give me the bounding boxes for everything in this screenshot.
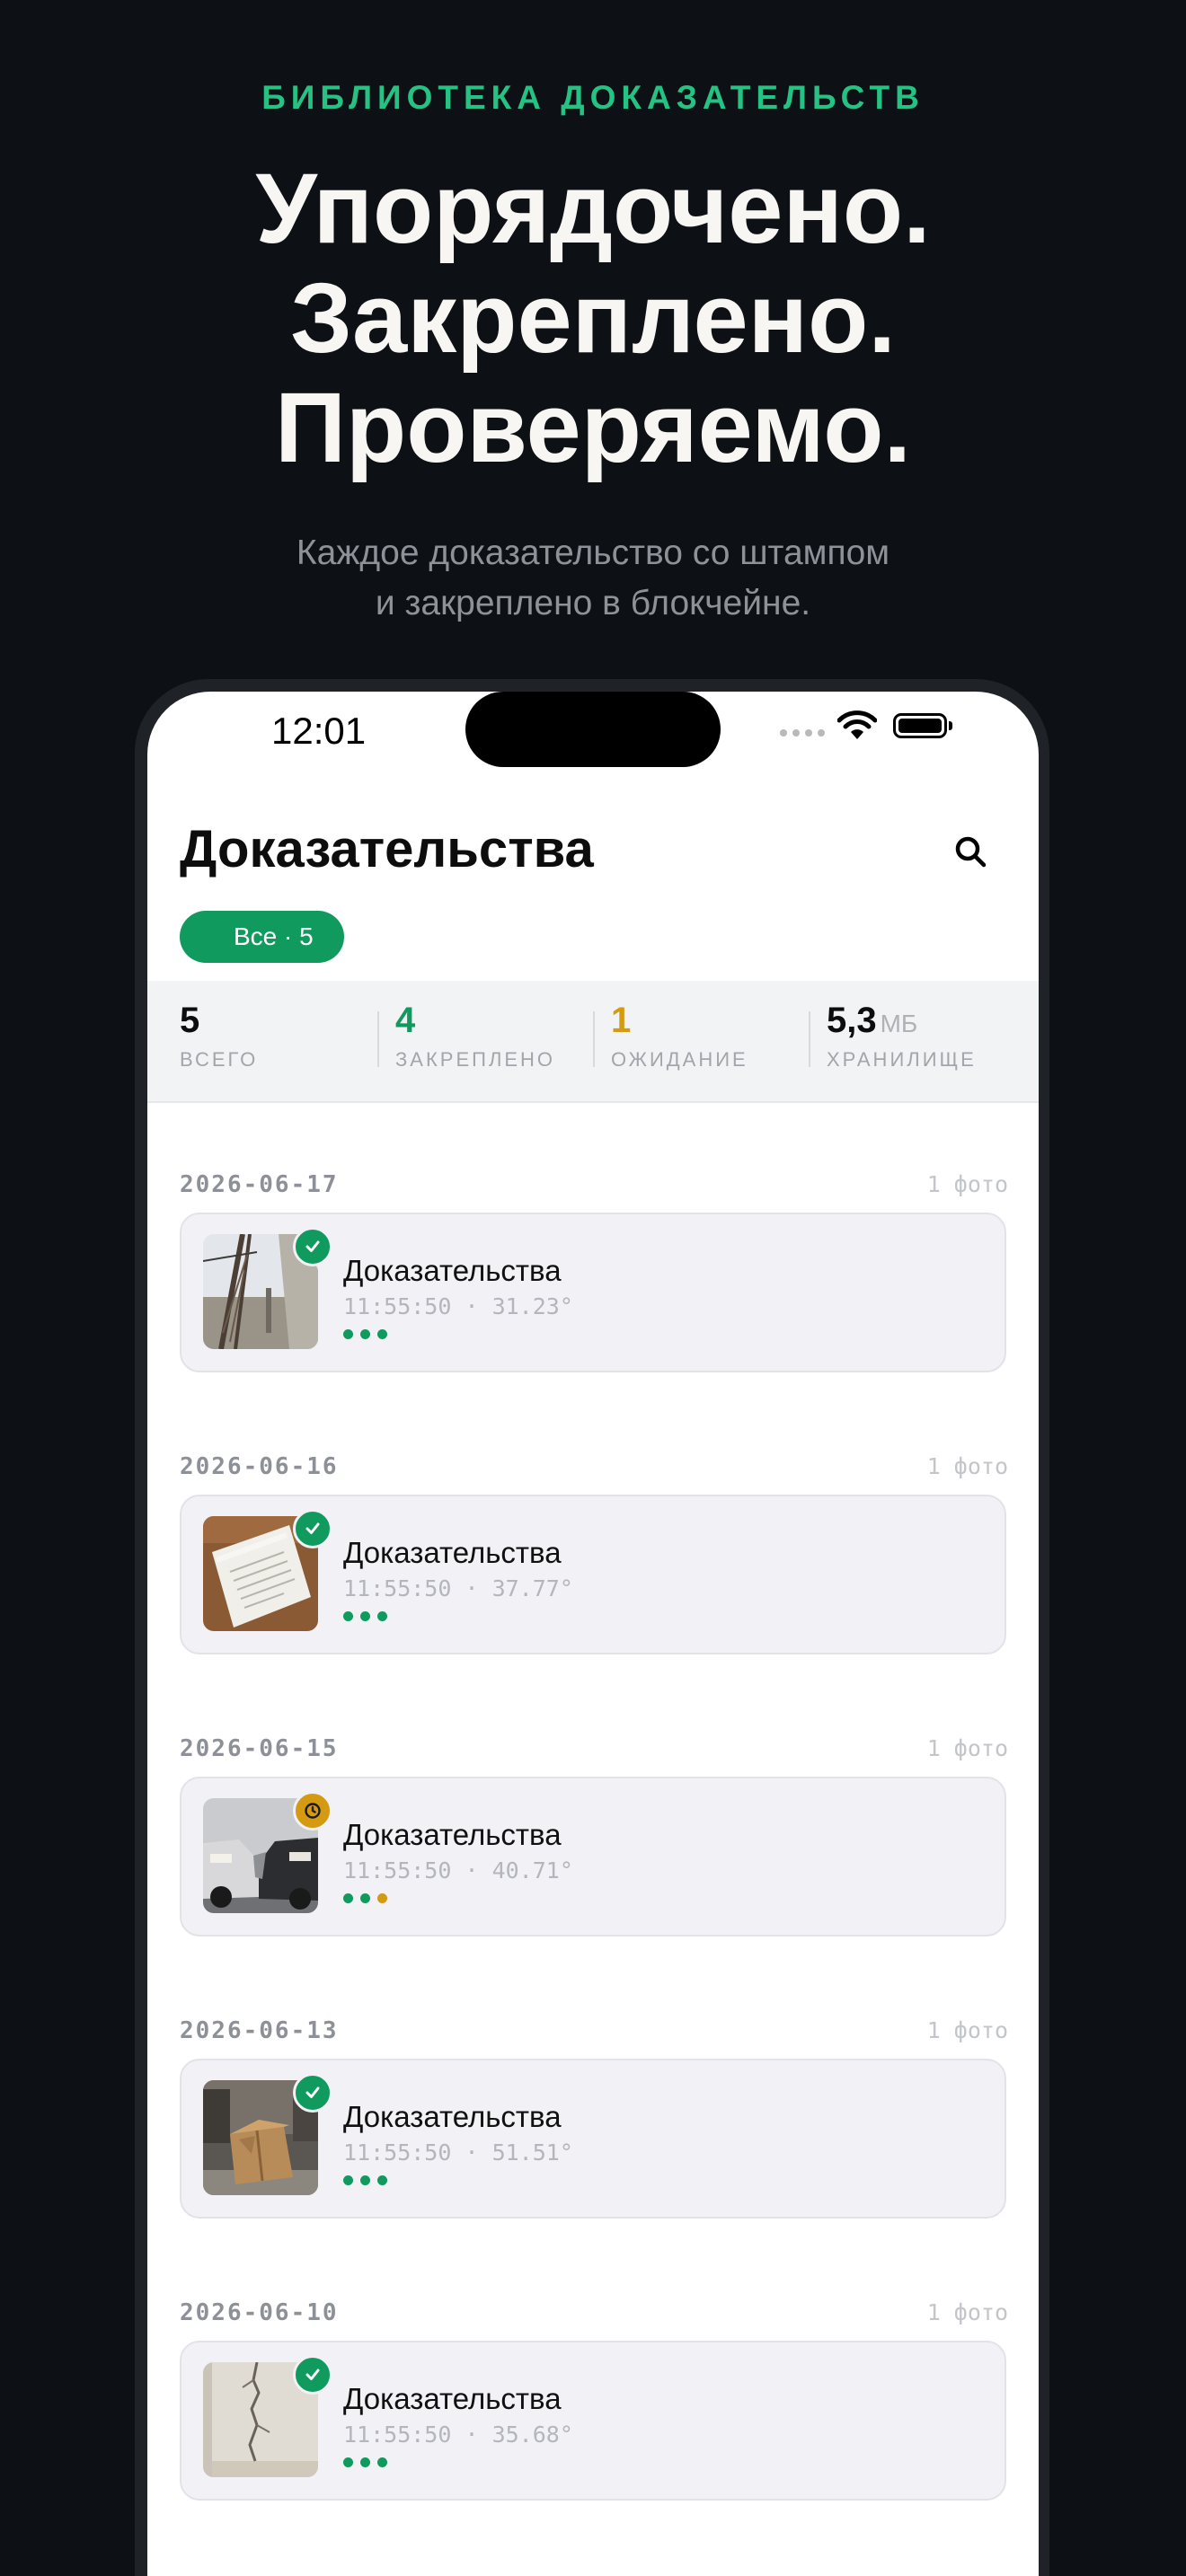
checkmark-icon bbox=[305, 2369, 320, 2380]
headline-line: Упорядочено. bbox=[255, 154, 931, 264]
stat-storage: 5,3 МБ ХРАНИЛИЩЕ bbox=[827, 1001, 977, 1072]
stat-label: ХРАНИЛИЩЕ bbox=[827, 1048, 977, 1071]
evidence-card[interactable]: Доказательства 11:55:50 · 31.23° bbox=[180, 1213, 1006, 1372]
photo-count: 1 фото bbox=[926, 2299, 1008, 2325]
date-label: 2026-06-13 bbox=[180, 2017, 339, 2044]
evidence-title: Доказательства bbox=[343, 2382, 562, 2415]
date-group-header: 2026-06-13 1 фото bbox=[180, 2017, 1008, 2044]
pending-badge bbox=[293, 1791, 332, 1831]
subtitle: Каждое доказательство со штампом и закре… bbox=[0, 528, 1186, 629]
stat-pending: 1 ОЖИДАНИЕ bbox=[611, 1001, 748, 1072]
search-icon bbox=[955, 836, 987, 868]
stat-value: 1 bbox=[611, 1001, 632, 1040]
evidence-meta: 11:55:50 · 40.71° bbox=[343, 1857, 573, 1883]
photo-count: 1 фото bbox=[926, 1735, 1008, 1761]
date-label: 2026-06-17 bbox=[180, 1171, 339, 1198]
stat-anchored: 4 ЗАКРЕПЛЕНО bbox=[395, 1001, 555, 1072]
dynamic-island bbox=[465, 692, 721, 767]
evidence-title: Доказательства bbox=[343, 1536, 562, 1569]
evidence-card[interactable]: Доказательства 11:55:50 · 51.51° bbox=[180, 2059, 1006, 2219]
kicker-label: БИБЛИОТЕКА ДОКАЗАТЕЛЬСТВ bbox=[261, 79, 925, 116]
wifi-icon bbox=[837, 710, 877, 739]
anchored-badge bbox=[293, 2073, 332, 2113]
evidence-meta: 11:55:50 · 37.77° bbox=[343, 1575, 573, 1601]
stat-value: 5 bbox=[180, 1001, 200, 1040]
stat-total: 5 ВСЕГО bbox=[180, 1001, 258, 1072]
verification-steps bbox=[343, 2457, 387, 2467]
verification-steps bbox=[343, 2175, 387, 2185]
anchored-badge bbox=[293, 1227, 332, 1266]
date-label: 2026-06-10 bbox=[180, 2299, 339, 2326]
evidence-card[interactable]: Доказательства 11:55:50 · 35.68° bbox=[180, 2341, 1006, 2501]
evidence-title: Доказательства bbox=[343, 1818, 562, 1851]
date-label: 2026-06-15 bbox=[180, 1735, 339, 1762]
filter-chip-all[interactable]: Все · 5 bbox=[180, 911, 344, 963]
page-title: Доказательства bbox=[180, 820, 594, 878]
clock-icon bbox=[305, 1803, 321, 1819]
date-group-header: 2026-06-16 1 фото bbox=[180, 1453, 1008, 1480]
stat-value: 4 bbox=[395, 1001, 416, 1040]
anchored-badge bbox=[293, 2355, 332, 2395]
stat-label: ОЖИДАНИЕ bbox=[611, 1048, 748, 1071]
date-group-header: 2026-06-15 1 фото bbox=[180, 1735, 1008, 1762]
evidence-meta: 11:55:50 · 31.23° bbox=[343, 1293, 573, 1319]
subtitle-line: и закреплено в блокчейне. bbox=[375, 584, 811, 622]
headline-line: Проверяемо. bbox=[274, 373, 912, 483]
stat-unit: МБ bbox=[880, 1010, 918, 1037]
checkmark-icon bbox=[305, 1522, 320, 1534]
evidence-card[interactable]: Доказательства 11:55:50 · 40.71° bbox=[180, 1777, 1006, 1936]
checkmark-icon bbox=[305, 1240, 320, 1252]
headline-line: Закреплено. bbox=[290, 263, 896, 374]
photo-count: 1 фото bbox=[926, 2017, 1008, 2043]
verification-steps bbox=[343, 1611, 387, 1621]
battery-icon bbox=[893, 713, 952, 738]
date-group-header: 2026-06-17 1 фото bbox=[180, 1171, 1008, 1198]
date-label: 2026-06-16 bbox=[180, 1453, 339, 1480]
date-group-header: 2026-06-10 1 фото bbox=[180, 2299, 1008, 2326]
subtitle-line: Каждое доказательство со штампом bbox=[296, 534, 890, 572]
anchored-badge bbox=[293, 1509, 332, 1548]
evidence-meta: 11:55:50 · 35.68° bbox=[343, 2422, 573, 2448]
signal-icon bbox=[780, 729, 825, 737]
status-time: 12:01 bbox=[271, 710, 367, 752]
verification-steps bbox=[343, 1893, 387, 1903]
headline: Упорядочено. Закреплено. Проверяемо. bbox=[0, 154, 1186, 483]
checkmark-icon bbox=[305, 2086, 320, 2098]
photo-count: 1 фото bbox=[926, 1171, 1008, 1197]
evidence-meta: 11:55:50 · 51.51° bbox=[343, 2139, 573, 2166]
stat-label: ЗАКРЕПЛЕНО bbox=[395, 1048, 556, 1071]
stats-bar: 5 ВСЕГО 4 ЗАКРЕПЛЕНО 1 ОЖИДАНИЕ 5,3 МБ ХР… bbox=[147, 981, 1039, 1103]
stat-value: 5,3 МБ bbox=[827, 1001, 918, 1040]
phone-screen: 12:01 Доказательства Все · 5 5 ВСЕГО 4 З… bbox=[147, 692, 1039, 2576]
evidence-title: Доказательства bbox=[343, 1254, 562, 1287]
stat-label: ВСЕГО bbox=[180, 1048, 259, 1071]
photo-count: 1 фото bbox=[926, 1453, 1008, 1479]
evidence-title: Доказательства bbox=[343, 2100, 562, 2133]
search-button[interactable] bbox=[943, 825, 997, 878]
evidence-card[interactable]: Доказательства 11:55:50 · 37.77° bbox=[180, 1495, 1006, 1654]
verification-steps bbox=[343, 1329, 387, 1339]
app-store-screenshot: БИБЛИОТЕКА ДОКАЗАТЕЛЬСТВ Упорядочено. За… bbox=[0, 0, 1186, 2576]
